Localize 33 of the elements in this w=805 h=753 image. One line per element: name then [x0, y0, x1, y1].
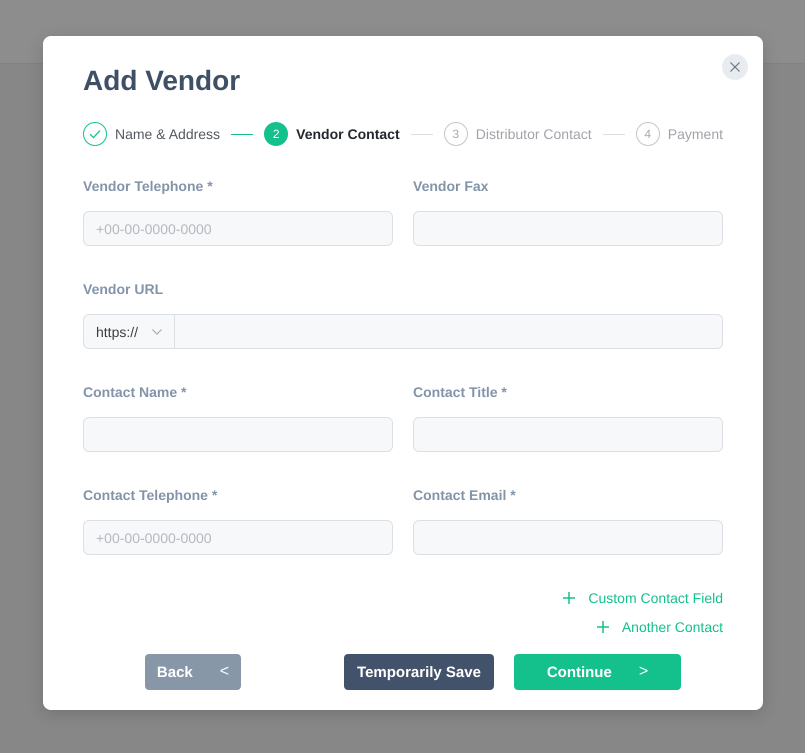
field-label: Contact Title *: [413, 383, 507, 402]
field-label: Vendor URL: [83, 280, 164, 299]
step-label: Name & Address: [115, 126, 220, 142]
close-button[interactable]: [722, 54, 748, 80]
protocol-select[interactable]: https://: [83, 314, 175, 349]
text-field[interactable]: [83, 417, 393, 452]
dialog-title: Add Vendor: [83, 64, 240, 98]
text-field[interactable]: +00-00-0000-0000: [83, 520, 393, 555]
step-label: Distributor Contact: [476, 126, 592, 142]
text-field[interactable]: [413, 520, 723, 555]
step-number: 2: [264, 122, 288, 146]
close-icon: [730, 62, 740, 72]
field-label: Contact Name *: [83, 383, 186, 402]
field-label: Contact Email *: [413, 486, 516, 505]
plus-icon: [563, 592, 576, 604]
step-number: 4: [636, 122, 660, 146]
add-link[interactable]: Another Contact: [596, 617, 723, 637]
field-label: Vendor Fax: [413, 177, 488, 196]
continue-button[interactable]: Continue >: [514, 654, 681, 690]
step-number: 3: [444, 122, 468, 146]
plus-icon: [596, 621, 609, 633]
text-field[interactable]: +00-00-0000-0000: [83, 211, 393, 246]
field-label: Vendor Telephone *: [83, 177, 213, 196]
step-label: Vendor Contact: [296, 126, 400, 142]
chevron-down-icon: [152, 328, 162, 334]
add-link[interactable]: Custom Contact Field: [563, 588, 723, 608]
text-field[interactable]: [413, 417, 723, 452]
field-label: Contact Telephone *: [83, 486, 218, 505]
text-field[interactable]: [413, 211, 723, 246]
save-button[interactable]: Temporarily Save: [344, 654, 494, 690]
back-button[interactable]: Back <: [145, 654, 241, 690]
step-label: Payment: [668, 126, 723, 142]
url-field[interactable]: [175, 314, 723, 349]
